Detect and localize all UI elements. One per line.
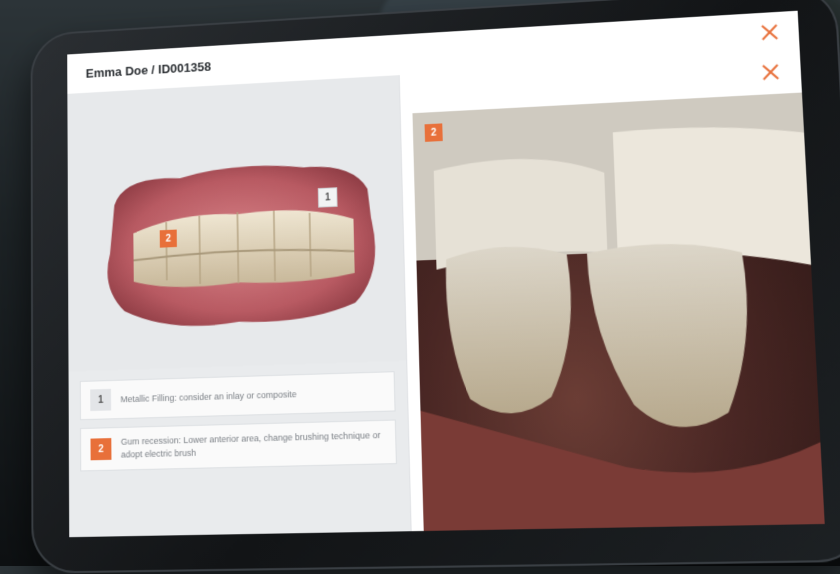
intraoral-photo-image: [412, 92, 825, 531]
patient-title: Emma Doe / ID001358: [85, 59, 212, 81]
intraoral-photo: 2: [412, 92, 825, 531]
tablet-device: Emma Doe / ID001358 1 2 1 Metallic Filli…: [30, 0, 840, 574]
app-screen: Emma Doe / ID001358 1 2 1 Metallic Filli…: [67, 10, 825, 538]
model-marker-1[interactable]: 1: [317, 187, 338, 208]
dental-3d-model: [106, 160, 377, 330]
photo-marker: 2: [424, 123, 443, 142]
note-text: Metallic Filling: consider an inlay or c…: [120, 388, 297, 404]
model-panel: 1 2 1 Metallic Filling: consider an inla…: [67, 75, 411, 538]
list-item[interactable]: 2 Gum recession: Lower anterior area, ch…: [80, 419, 397, 472]
photo-panel: 2: [398, 52, 825, 532]
model-marker-2[interactable]: 2: [159, 229, 177, 248]
findings-list: 1 Metallic Filling: consider an inlay or…: [79, 371, 397, 479]
note-number: 1: [90, 388, 112, 412]
note-number: 2: [90, 438, 112, 461]
dental-3d-model-view[interactable]: 1 2: [67, 75, 407, 372]
list-item[interactable]: 1 Metallic Filling: consider an inlay or…: [79, 371, 396, 421]
close-icon[interactable]: [762, 64, 779, 81]
note-text: Gum recession: Lower anterior area, chan…: [120, 430, 381, 460]
close-icon[interactable]: [761, 24, 778, 41]
